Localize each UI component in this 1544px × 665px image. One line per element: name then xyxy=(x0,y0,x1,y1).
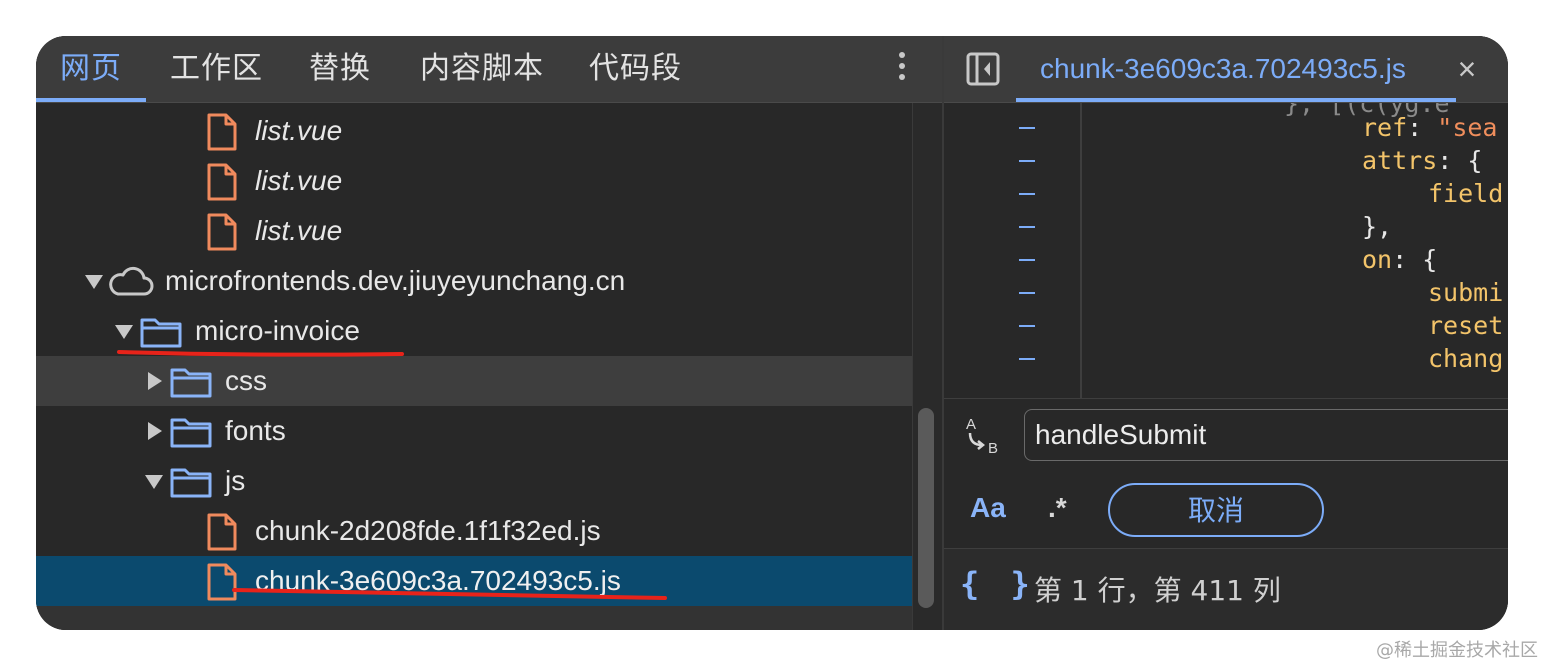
regex-toggle[interactable]: .* xyxy=(1048,492,1067,524)
tree-item-label: list.vue xyxy=(255,115,343,146)
tree-item-label: js xyxy=(225,465,246,496)
folder-icon xyxy=(170,368,212,398)
code-line: submi xyxy=(1428,278,1504,307)
tree-item-folder[interactable]: micro-invoice xyxy=(36,306,912,356)
replace-toggle-icon[interactable]: A B xyxy=(962,413,1006,457)
line-marker xyxy=(1019,127,1035,129)
tree-item-label: chunk-3e609c3a.702493c5.js xyxy=(255,565,621,596)
tree-item-label: css xyxy=(225,365,267,396)
tab-snippets[interactable]: 代码段 xyxy=(589,36,682,102)
folder-icon xyxy=(170,418,212,448)
tree-item-label: fonts xyxy=(225,415,286,446)
open-file-tab[interactable]: chunk-3e609c3a.702493c5.js xyxy=(1040,36,1406,102)
gutter-divider xyxy=(1080,103,1082,400)
match-case-toggle[interactable]: Aa xyxy=(970,492,1006,524)
code-line: attrs: { xyxy=(1362,146,1483,175)
line-marker xyxy=(1019,325,1035,327)
navigator-scrollbar-thumb[interactable] xyxy=(918,408,934,608)
file-icon xyxy=(207,213,237,251)
file-icon xyxy=(207,513,237,551)
watermark: @稀土掘金技术社区 xyxy=(1376,640,1538,661)
tab-page[interactable]: 网页 xyxy=(60,36,122,102)
editor-pane: chunk-3e609c3a.702493c5.js × }, [(c(yg.e… xyxy=(942,36,1508,630)
folder-icon xyxy=(170,468,212,498)
search-replace-panel: A B Aa .* 取消 xyxy=(944,398,1508,549)
code-line: chang xyxy=(1428,344,1504,373)
expand-arrow-icon[interactable] xyxy=(115,325,133,339)
tab-overrides[interactable]: 替换 xyxy=(309,36,371,102)
expand-arrow-icon[interactable] xyxy=(85,275,103,289)
active-tab-indicator xyxy=(36,98,146,102)
pretty-print-icon[interactable]: { } xyxy=(960,565,1036,603)
line-marker xyxy=(1019,259,1035,261)
tab-workspace[interactable]: 工作区 xyxy=(170,36,263,102)
tree-item-folder[interactable]: js xyxy=(36,456,912,506)
svg-text:A: A xyxy=(966,416,976,433)
devtools-window: 网页 工作区 替换 内容脚本 代码段 list.vue list.vue lis… xyxy=(36,36,1508,630)
navigator-tabbar: 网页 工作区 替换 内容脚本 代码段 xyxy=(36,36,942,103)
navigator-footer xyxy=(36,606,912,630)
tree-item-file[interactable]: list.vue xyxy=(36,156,912,206)
active-file-indicator xyxy=(1016,98,1456,102)
tree-item-file[interactable]: chunk-2d208fde.1f1f32ed.js xyxy=(36,506,912,556)
line-marker xyxy=(1019,292,1035,294)
sources-navigator: 网页 工作区 替换 内容脚本 代码段 list.vue list.vue lis… xyxy=(36,36,943,630)
file-icon xyxy=(207,113,237,151)
tree-item-file[interactable]: list.vue xyxy=(36,206,912,256)
code-line: on: { xyxy=(1362,245,1438,274)
editor-tabbar: chunk-3e609c3a.702493c5.js × xyxy=(944,36,1508,103)
file-icon xyxy=(207,163,237,201)
folder-icon xyxy=(140,318,182,348)
collapsed-arrow-icon[interactable] xyxy=(148,422,162,440)
tree-item-domain[interactable]: microfrontends.dev.jiuyeyunchang.cn xyxy=(36,256,912,306)
tab-content-scripts[interactable]: 内容脚本 xyxy=(420,36,544,102)
code-line: ref: "sea xyxy=(1362,113,1498,142)
toggle-sidebar-icon[interactable] xyxy=(966,52,1000,86)
tree-item-file-selected[interactable]: chunk-3e609c3a.702493c5.js xyxy=(36,556,912,606)
tree-item-label: chunk-2d208fde.1f1f32ed.js xyxy=(255,515,601,546)
tree-item-label: micro-invoice xyxy=(195,315,360,346)
tree-item-label: list.vue xyxy=(255,215,343,246)
expand-arrow-icon[interactable] xyxy=(145,475,163,489)
status-bar: { } 第 1 行，第 411 列 xyxy=(944,548,1508,630)
more-options-icon[interactable] xyxy=(892,52,912,86)
tree-item-label: list.vue xyxy=(255,165,343,196)
cursor-position: 第 1 行，第 411 列 xyxy=(1034,574,1281,607)
cancel-button[interactable]: 取消 xyxy=(1108,483,1324,537)
svg-text:B: B xyxy=(988,440,998,457)
collapsed-arrow-icon[interactable] xyxy=(148,372,162,390)
line-marker xyxy=(1019,358,1035,360)
line-marker xyxy=(1019,193,1035,195)
code-line: }, xyxy=(1362,212,1393,241)
tree-item-label: microfrontends.dev.jiuyeyunchang.cn xyxy=(165,265,626,296)
file-tree: list.vue list.vue list.vue microfrontend… xyxy=(36,103,912,630)
tree-item-folder[interactable]: fonts xyxy=(36,406,912,456)
cloud-icon xyxy=(109,266,154,296)
line-marker xyxy=(1019,226,1035,228)
tree-item-file[interactable]: list.vue xyxy=(36,106,912,156)
search-input[interactable] xyxy=(1024,409,1508,461)
file-icon xyxy=(207,563,237,601)
code-line: reset xyxy=(1428,311,1504,340)
tree-item-folder[interactable]: css xyxy=(36,356,912,406)
code-editor[interactable]: }, [(c(yg.e ref: "sea attrs: { field }, … xyxy=(944,103,1508,400)
code-line: field xyxy=(1428,179,1504,208)
line-marker xyxy=(1019,160,1035,162)
close-icon[interactable]: × xyxy=(1452,52,1482,86)
